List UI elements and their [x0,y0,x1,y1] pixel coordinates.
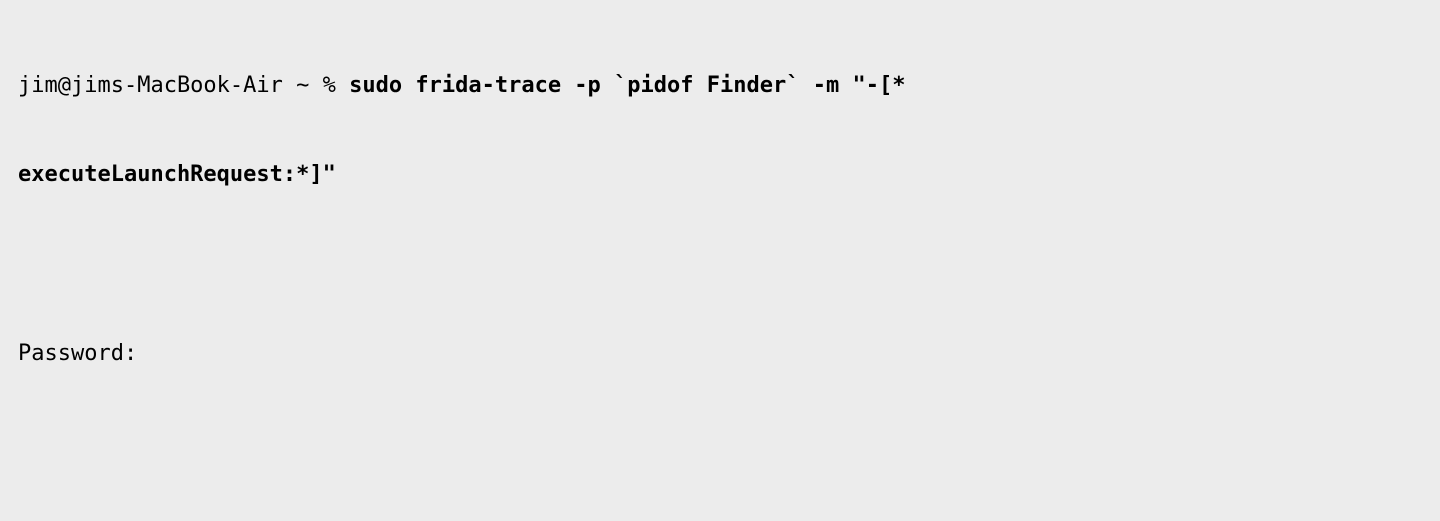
password-prompt[interactable]: Password: [18,339,1422,369]
terminal-window[interactable]: jim@jims-MacBook-Air ~ % sudo frida-trac… [0,0,1440,521]
shell-prompt: jim@jims-MacBook-Air ~ % [18,73,349,98]
instrumenting-status: Instrumenting... [18,517,1422,521]
command-line: jim@jims-MacBook-Air ~ % sudo frida-trac… [18,71,1422,101]
blank-line [18,250,1422,280]
command-line-cont: executeLaunchRequest:*]" [18,160,1422,190]
command-text-part1: sudo frida-trace -p `pidof Finder` -m "-… [349,73,905,98]
command-text-part2: executeLaunchRequest:*]" [18,162,336,187]
blank-line [18,428,1422,458]
